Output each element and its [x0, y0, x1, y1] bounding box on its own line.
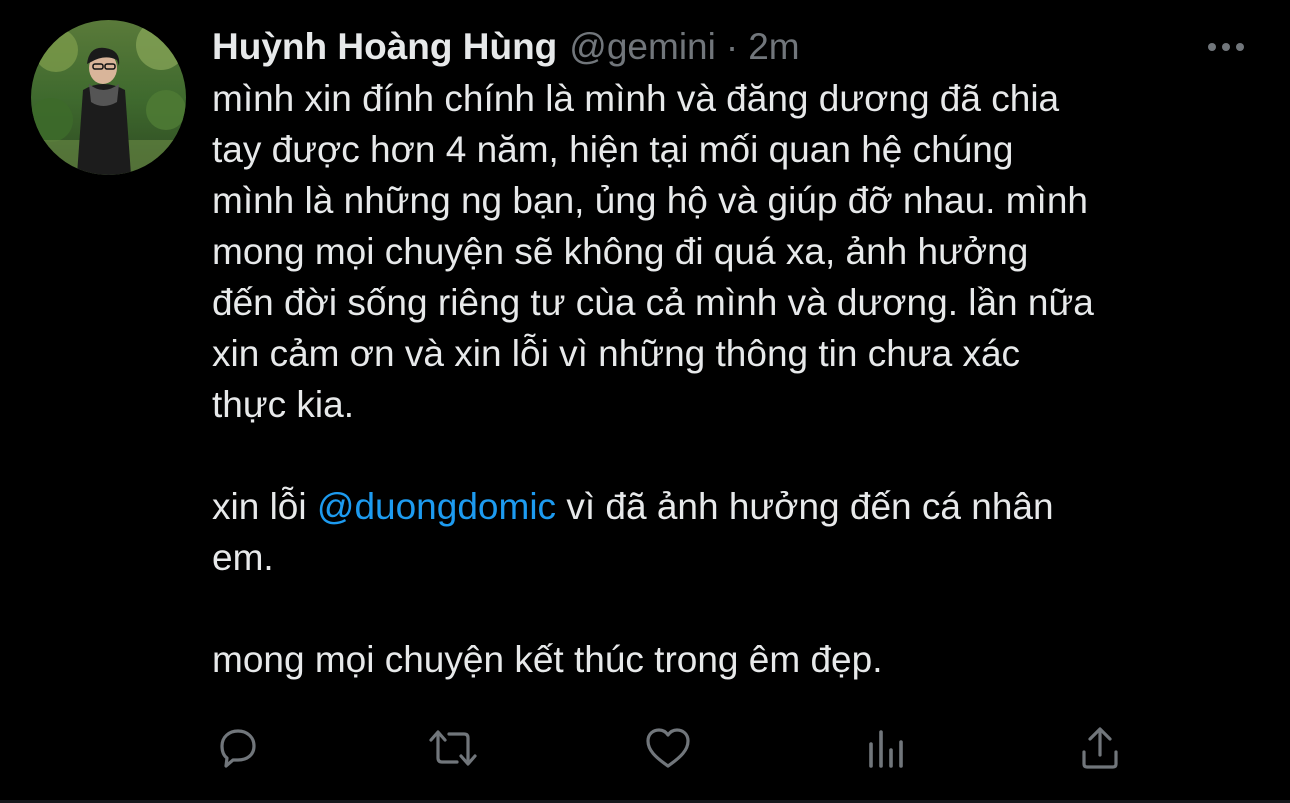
user-handle[interactable]: @gemini: [569, 24, 716, 70]
tweet: Huỳnh Hoàng Hùng @gemini · 2m mình xin đ…: [0, 0, 1290, 803]
retweet-button[interactable]: [425, 720, 481, 776]
text-line: mong mọi chuyện kết thúc trong êm đẹp.: [212, 639, 883, 680]
analytics-bars-icon: [869, 730, 903, 768]
analytics-button[interactable]: [857, 720, 913, 776]
text-line: xin cảm ơn và xin lỗi vì những thông tin…: [212, 333, 1021, 374]
text-line: thực kia.: [212, 384, 354, 425]
text-line: đến đời sống riêng tư cùa cả mình và dươ…: [212, 282, 1094, 323]
tweet-body: mình xin đính chính là mình và đăng dươn…: [212, 73, 1262, 685]
separator-dot: ·: [725, 26, 739, 67]
retweet-icon: [429, 730, 477, 766]
mention-link[interactable]: @duongdomic: [317, 486, 556, 527]
display-name[interactable]: Huỳnh Hoàng Hùng: [212, 24, 557, 70]
text-line: em.: [212, 537, 274, 578]
text-segment: xin lỗi: [212, 486, 317, 527]
timestamp[interactable]: 2m: [748, 24, 799, 70]
text-line: mong mọi chuyện sẽ không đi quá xa, ảnh …: [212, 231, 1029, 272]
text-segment: vì đã ảnh hưởng đến cá nhân: [556, 486, 1054, 527]
more-horizontal-icon: [1208, 43, 1244, 51]
text-line: mình xin đính chính là mình và đăng dươn…: [212, 78, 1060, 119]
tweet-paragraph-1: mình xin đính chính là mình và đăng dươn…: [212, 73, 1262, 430]
more-options-button[interactable]: [1204, 36, 1248, 58]
text-line: tay được hơn 4 năm, hiện tại mối quan hệ…: [212, 129, 1014, 170]
reply-bubble-icon: [220, 729, 256, 768]
like-button[interactable]: [640, 720, 696, 776]
text-line: xin lỗi @duongdomic vì đã ảnh hưởng đến …: [212, 481, 1262, 532]
reply-button[interactable]: [210, 720, 266, 776]
text-line: mình là những ng bạn, ủng hộ và giúp đỡ …: [212, 180, 1088, 221]
tweet-paragraph-2: xin lỗi @duongdomic vì đã ảnh hưởng đến …: [212, 481, 1262, 583]
tweet-header: Huỳnh Hoàng Hùng @gemini · 2m: [212, 24, 800, 70]
share-upload-icon: [1082, 727, 1118, 769]
avatar[interactable]: [31, 20, 186, 175]
tweet-paragraph-3: mong mọi chuyện kết thúc trong êm đẹp.: [212, 634, 1262, 685]
heart-icon: [646, 728, 690, 768]
tweet-actions-bar: [0, 720, 1290, 780]
share-button[interactable]: [1072, 720, 1128, 776]
